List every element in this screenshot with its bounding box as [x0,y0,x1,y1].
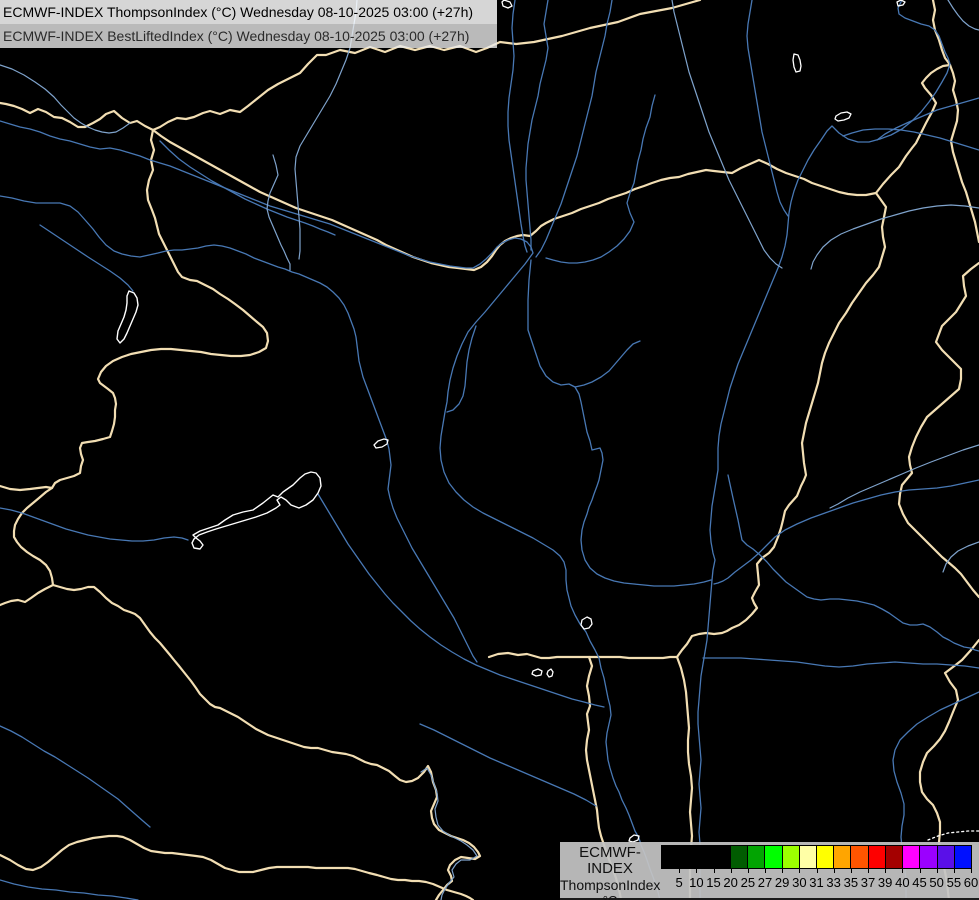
lake-top-1 [501,0,513,9]
legend-swatch [920,846,938,868]
river-vah-west [507,0,528,253]
legend: ECMWF-INDEX ThompsonIndex °C 5 1015202527… [560,842,979,900]
legend-swatch [662,846,680,868]
river-south-center [419,723,597,807]
legend-swatch [748,846,766,868]
border-danube-slovakia [151,128,878,272]
legend-swatch [816,846,835,868]
river-maros-lower [702,657,979,669]
title-text-best-lifted: ECMWF-INDEX BestLiftedIndex (°C) Wednesd… [3,28,470,44]
legend-tick-label: 10 [689,875,704,890]
river-sava [0,879,139,900]
map-canvas [0,0,979,900]
weather-map-view: ECMWF-INDEX ThompsonIndex (°C) Wednesday… [0,0,979,900]
border-south-horizontal [487,651,679,660]
river-raba [0,195,478,663]
legend-tick-label: 5 [675,875,683,890]
legend-swatch [937,846,955,868]
legend-unit-label: °C [560,893,660,900]
river-ipoly [545,94,656,264]
legend-tick-label: 50 [929,875,944,890]
legend-tick-label: 31 [809,875,824,890]
legend-swatch [679,846,697,868]
legend-tick-label: 55 [946,875,962,890]
river-maros [727,474,979,652]
legend-swatch [885,846,904,868]
river-mura [0,725,151,828]
river-corner-ne [947,0,979,31]
river-szamos [842,128,979,151]
legend-meta: ECMWF-INDEX ThompsonIndex °C [560,845,660,900]
legend-tick-label: 33 [826,875,841,890]
legend-index-label: ThompsonIndex [560,877,661,893]
legend-swatch [868,846,886,868]
lake-small-3 [546,668,554,678]
lake-velence [373,438,389,449]
legend-tick-label: 39 [877,875,893,890]
title-text-thompson: ECMWF-INDEX ThompsonIndex (°C) Wednesday… [3,4,474,20]
river-morava-west [0,64,131,134]
lake-small-4 [628,834,640,843]
legend-swatch [954,846,971,868]
legend-tick-label: 30 [792,875,807,890]
legend-tick-label: 45 [912,875,927,890]
legend-tick-label: 27 [757,875,773,890]
legend-tick-label: 37 [860,875,876,890]
lake-small-1 [580,616,593,630]
legend-tick-label: 29 [774,875,790,890]
legend-swatch [834,846,852,868]
lake-small-2 [531,668,543,677]
border-drava-south [0,834,475,900]
river-sio [317,493,605,708]
legend-tick-label: 40 [895,875,910,890]
legend-source-label: ECMWF-INDEX [579,844,641,877]
legend-swatch [730,846,749,868]
river-marcal [266,154,291,271]
river-leitha [39,224,134,292]
legend-swatch [799,846,817,868]
river-vah [525,0,549,251]
river-danube-branch [446,325,477,413]
river-sajo [671,0,783,269]
legend-tick-label: 20 [723,875,738,890]
legend-swatch [903,846,921,868]
river-hernad [746,0,789,217]
legend-swatch [782,846,800,868]
legend-tick-label: 35 [843,875,859,890]
border-romania-east [675,191,888,659]
river-koros-north [829,444,979,509]
legend-swatch [713,846,731,868]
legend-tick-label: 60 [963,875,979,890]
legend-swatch [696,846,714,868]
lake-balaton [191,471,322,550]
lake-zemplin [792,53,802,73]
border-ukraine-east [948,63,979,244]
legend-tick-label: 15 [706,875,721,890]
border-hungary-croatia [51,583,482,900]
legend-swatch [851,846,869,868]
title-bar-thompson-index: ECMWF-INDEX ThompsonIndex (°C) Wednesday… [0,0,497,24]
contour-dotted [927,830,979,841]
river-east [810,204,979,270]
lake-tisza [834,111,852,122]
legend-tick-label: 25 [740,875,756,890]
border-west-spur [0,484,54,492]
river-zagyva [527,259,712,587]
river-zagyva-east [574,340,641,388]
river-ro-stream [942,541,979,573]
border-ukraine-north [931,0,952,67]
river-zala [0,507,189,542]
river-mosoni-danube [159,140,336,236]
legend-colorbar [661,845,972,869]
river-koros [713,479,979,585]
lake-neusiedl [116,290,139,344]
legend-swatch [765,846,783,868]
title-bar-best-lifted-index: ECMWF-INDEX BestLiftedIndex (°C) Wednesd… [0,24,497,48]
border-slovenia [0,583,55,607]
